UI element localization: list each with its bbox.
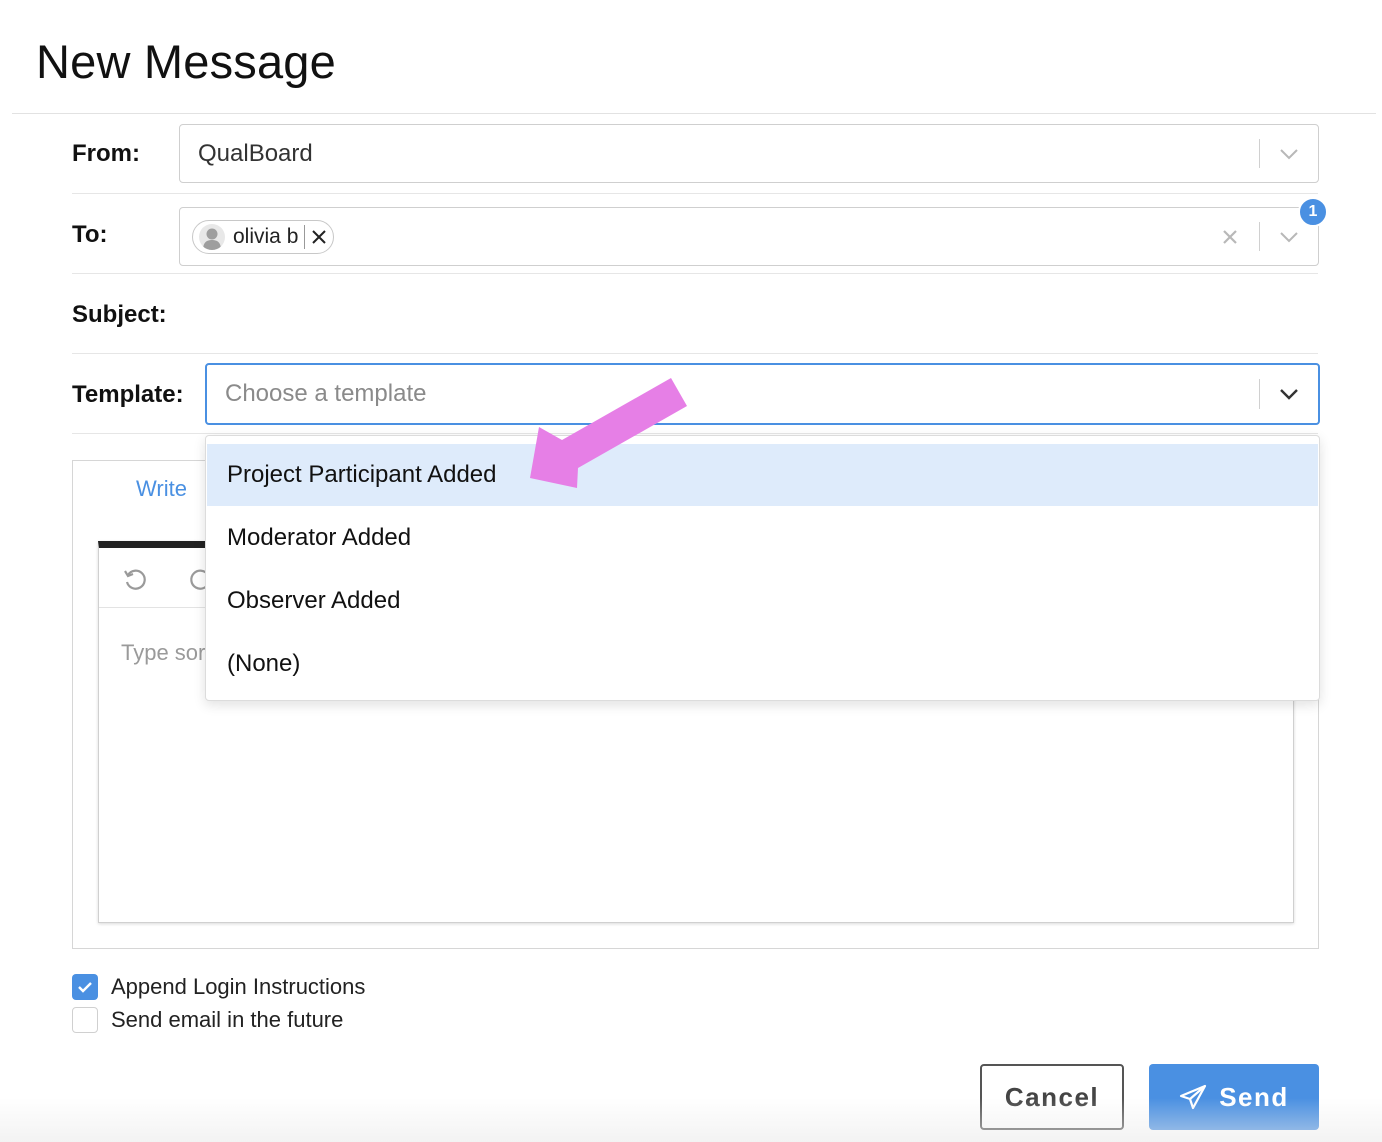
template-dropdown: Project Participant Added Moderator Adde… bbox=[205, 435, 1320, 701]
append-login-checkbox[interactable] bbox=[72, 974, 98, 1000]
cancel-button[interactable]: Cancel bbox=[980, 1064, 1124, 1130]
editor-placeholder: Type sor bbox=[121, 640, 206, 665]
to-select[interactable]: olivia b bbox=[179, 207, 1319, 266]
row-divider bbox=[72, 353, 1318, 354]
undo-icon[interactable] bbox=[121, 566, 149, 594]
recipient-count-badge: 1 bbox=[1298, 197, 1328, 227]
send-future-label: Send email in the future bbox=[111, 1007, 344, 1032]
title-divider bbox=[12, 113, 1376, 114]
recipient-name: olivia b bbox=[233, 225, 299, 248]
chevron-down-icon[interactable] bbox=[1276, 141, 1302, 167]
append-login-option[interactable]: Append Login Instructions bbox=[72, 974, 365, 1000]
template-placeholder: Choose a template bbox=[225, 380, 427, 407]
from-label: From: bbox=[72, 140, 140, 167]
to-label: To: bbox=[72, 221, 108, 248]
template-option-moderator-added[interactable]: Moderator Added bbox=[207, 507, 1318, 569]
template-option-project-participant-added[interactable]: Project Participant Added bbox=[207, 444, 1318, 506]
remove-recipient-icon[interactable] bbox=[305, 222, 333, 252]
send-button[interactable]: Send bbox=[1149, 1064, 1319, 1130]
subject-label: Subject: bbox=[72, 301, 167, 328]
recipient-chip[interactable]: olivia b bbox=[192, 220, 335, 254]
from-select-separator bbox=[1259, 139, 1260, 168]
template-label: Template: bbox=[72, 381, 184, 408]
row-divider bbox=[72, 273, 1318, 274]
template-option-none[interactable]: (None) bbox=[207, 633, 1318, 695]
tab-write[interactable]: Write bbox=[136, 476, 187, 502]
from-select[interactable]: QualBoard bbox=[179, 124, 1319, 183]
chevron-down-icon[interactable] bbox=[1276, 224, 1302, 250]
template-option-observer-added[interactable]: Observer Added bbox=[207, 570, 1318, 632]
row-divider bbox=[72, 433, 1318, 434]
avatar bbox=[199, 224, 225, 250]
template-select-separator bbox=[1259, 379, 1260, 409]
clear-all-icon[interactable] bbox=[1218, 225, 1242, 249]
send-button-label: Send bbox=[1219, 1081, 1289, 1112]
send-future-option[interactable]: Send email in the future bbox=[72, 1007, 343, 1033]
row-divider bbox=[72, 193, 1318, 194]
chevron-down-icon[interactable] bbox=[1276, 381, 1302, 407]
from-value: QualBoard bbox=[198, 139, 313, 167]
append-login-label: Append Login Instructions bbox=[111, 974, 366, 999]
template-select[interactable]: Choose a template bbox=[205, 363, 1320, 425]
send-future-checkbox[interactable] bbox=[72, 1007, 98, 1033]
dialog-title: New Message bbox=[36, 35, 336, 88]
to-select-separator bbox=[1259, 222, 1260, 251]
paper-plane-icon bbox=[1179, 1084, 1207, 1110]
